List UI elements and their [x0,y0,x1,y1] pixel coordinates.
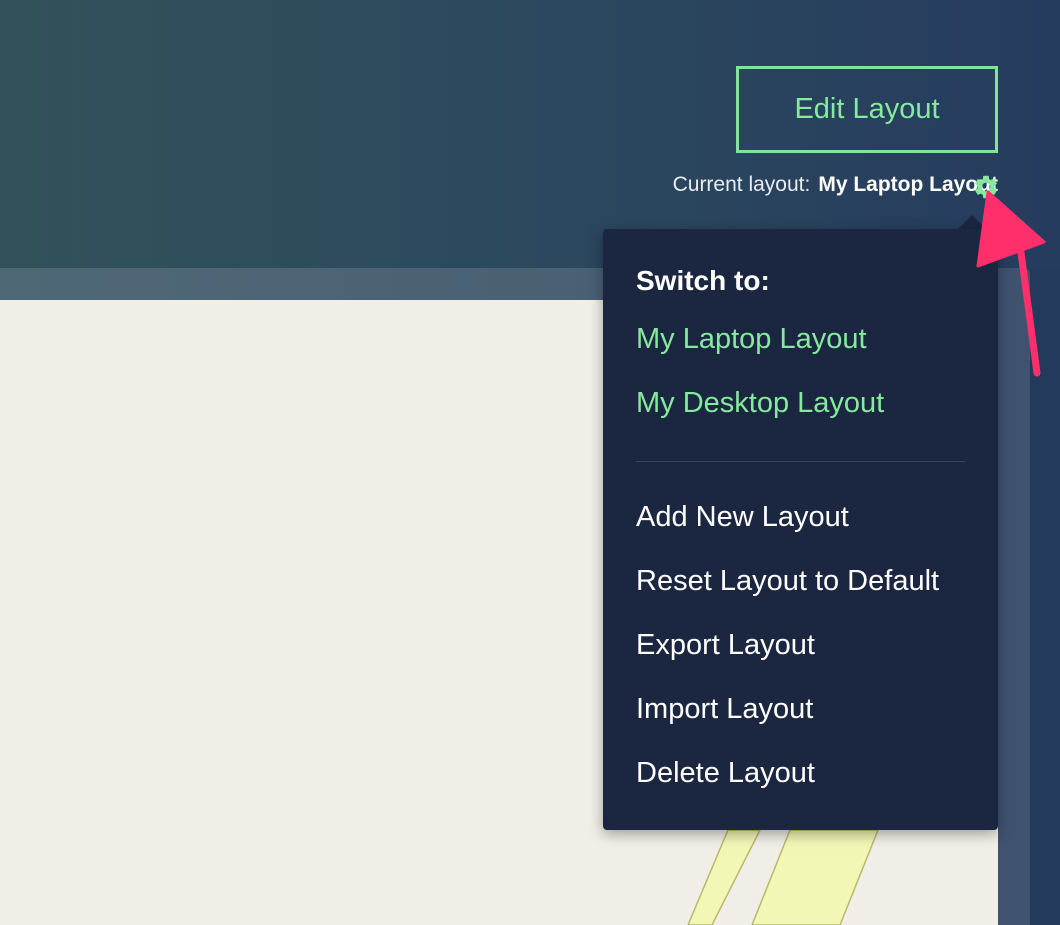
current-layout-indicator: Current layout: My Laptop Layout [673,173,998,197]
menu-item-my-desktop-layout[interactable]: My Desktop Layout [636,387,884,420]
current-layout-label: Current layout: [672,173,811,196]
menu-item-reset-layout[interactable]: Reset Layout to Default [636,565,939,598]
switch-to-heading: Switch to: [636,265,770,296]
layout-dropdown-menu: Switch to: My Laptop Layout My Desktop L… [603,229,998,830]
menu-divider [636,461,965,462]
pointer-arrow-icon [976,190,1046,377]
menu-item-add-new-layout[interactable]: Add New Layout [636,501,849,534]
menu-item-my-laptop-layout[interactable]: My Laptop Layout [636,323,867,356]
menu-item-export-layout[interactable]: Export Layout [636,629,815,662]
edit-layout-button[interactable]: Edit Layout [736,66,998,153]
menu-item-import-layout[interactable]: Import Layout [636,693,813,726]
menu-item-delete-layout[interactable]: Delete Layout [636,757,815,790]
